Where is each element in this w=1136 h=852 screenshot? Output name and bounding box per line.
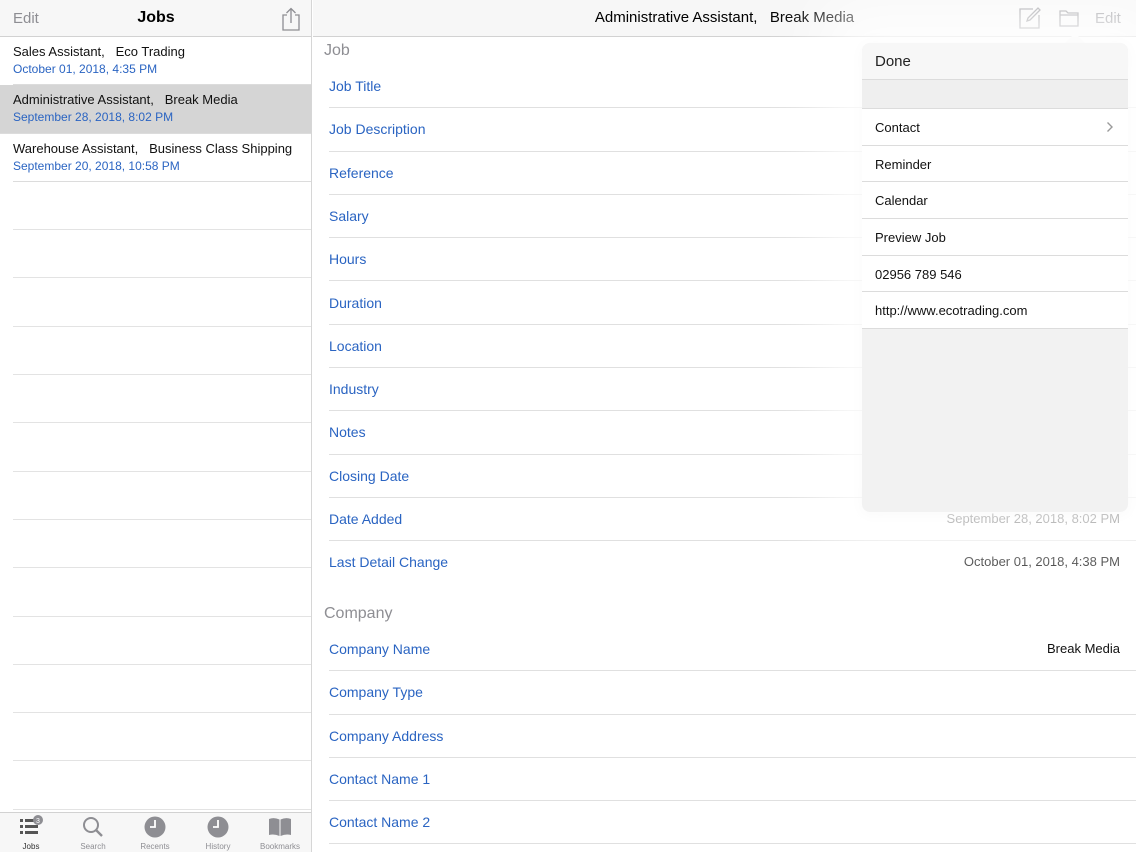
field-value: September 28, 2018, 8:02 PM	[946, 511, 1120, 526]
popover-item-label: http://www.ecotrading.com	[875, 303, 1028, 319]
tab-label: Search	[80, 842, 106, 851]
tab-recents[interactable]: Recents	[124, 815, 186, 851]
field-company-type[interactable]: Company Type	[329, 671, 1136, 715]
empty-list-row	[13, 230, 311, 279]
detail-title: Administrative Assistant, Break Media	[594, 9, 855, 26]
popover-header: Done	[862, 43, 1128, 80]
field-value: October 01, 2018, 4:38 PM	[963, 554, 1120, 570]
popover-item-label: Reminder	[875, 156, 932, 172]
field-contact-name-2[interactable]: Contact Name 2	[329, 801, 1136, 845]
field-label: Job Title	[329, 78, 382, 94]
folder-icon[interactable]	[1059, 9, 1079, 27]
empty-list-row	[13, 327, 311, 376]
popover-item-reminder[interactable]: Reminder	[862, 145, 1128, 183]
compose-icon[interactable]	[1019, 7, 1041, 29]
popover-item-phone[interactable]: 02956 789 546	[862, 255, 1128, 293]
empty-list-row	[13, 423, 311, 472]
chevron-right-icon	[1107, 122, 1113, 132]
tab-bar: 3 Jobs Search Recents History Bookmarks	[0, 812, 311, 852]
tab-label: Recents	[140, 842, 170, 851]
job-item-date: September 20, 2018, 10:58 PM	[13, 158, 180, 173]
tab-bookmarks[interactable]: Bookmarks	[249, 815, 311, 851]
empty-list-row	[13, 665, 311, 714]
clock-icon	[144, 816, 166, 838]
detail-nav-bar: Administrative Assistant, Break Media Ed…	[313, 0, 1136, 37]
popover-item-label: Contact	[875, 120, 920, 135]
company-section-header: Company	[324, 605, 393, 622]
job-section-header: Job	[324, 42, 350, 59]
sidebar-title: Jobs	[137, 9, 175, 26]
empty-list-row	[13, 520, 311, 569]
empty-list-row	[13, 617, 311, 665]
empty-list-row	[13, 375, 311, 424]
job-item-date: October 01, 2018, 4:35 PM	[13, 62, 158, 76]
empty-list-row	[13, 182, 311, 231]
job-item-title: Warehouse Assistant, Business Class Ship…	[13, 140, 293, 156]
job-list-item-selected[interactable]: Administrative Assistant, Break Media Se…	[0, 85, 311, 134]
book-icon	[269, 818, 291, 836]
empty-list-row	[13, 761, 311, 810]
job-item-title: Administrative Assistant, Break Media	[13, 92, 238, 108]
popover-item-preview-job[interactable]: Preview Job	[862, 219, 1128, 256]
field-label: Hours	[329, 251, 367, 268]
actions-popover: Done Contact Reminder Calendar Preview J…	[862, 43, 1128, 512]
popover-item-calendar[interactable]: Calendar	[862, 182, 1128, 220]
empty-list-row	[13, 568, 311, 617]
field-value: Break Media	[1047, 641, 1120, 656]
share-icon[interactable]	[280, 7, 302, 31]
sidebar-nav-bar: Edit Jobs	[0, 0, 311, 37]
field-label: Last Detail Change	[329, 554, 449, 571]
job-list-item[interactable]: Warehouse Assistant, Business Class Ship…	[13, 134, 311, 182]
field-label: Notes	[329, 424, 366, 441]
jobs-sidebar: Edit Jobs Sales Assistant, Eco Trading O…	[0, 0, 312, 852]
jobs-badge: 3	[36, 818, 40, 825]
detail-edit-button[interactable]: Edit	[1095, 10, 1121, 27]
tab-history[interactable]: History	[187, 815, 249, 851]
field-label: Duration	[329, 294, 382, 311]
job-list: Sales Assistant, Eco Trading October 01,…	[0, 37, 311, 810]
popover-item-contact[interactable]: Contact	[862, 109, 1128, 146]
tab-label: Jobs	[22, 842, 40, 851]
field-label: Company Name	[329, 641, 431, 657]
field-company-address[interactable]: Company Address	[329, 715, 1136, 758]
field-label: Contact Name 1	[329, 770, 431, 787]
jobs-list-icon: 3	[20, 815, 43, 834]
field-last-detail-change[interactable]: Last Detail Change October 01, 2018, 4:3…	[329, 541, 1136, 584]
popover-spacer	[862, 80, 1128, 109]
search-icon	[83, 817, 103, 837]
popover-item-label: Preview Job	[875, 230, 946, 246]
tab-search[interactable]: Search	[62, 815, 124, 851]
popover-item-website[interactable]: http://www.ecotrading.com	[862, 292, 1128, 330]
done-button[interactable]: Done	[875, 53, 911, 70]
field-label: Date Added	[329, 511, 403, 527]
field-label: Closing Date	[329, 467, 410, 484]
tab-jobs[interactable]: 3 Jobs	[0, 815, 62, 851]
field-contact-name-1[interactable]: Contact Name 1	[329, 758, 1136, 802]
field-label: Industry	[329, 381, 379, 398]
field-label: Company Address	[329, 727, 444, 744]
job-item-title: Sales Assistant, Eco Trading	[13, 44, 185, 59]
empty-list-row	[13, 472, 311, 520]
tab-label: Bookmarks	[259, 842, 300, 851]
field-label: Company Type	[329, 684, 423, 701]
field-label: Contact Name 2	[329, 814, 431, 831]
job-list-item[interactable]: Sales Assistant, Eco Trading October 01,…	[13, 37, 311, 86]
clock-icon	[207, 816, 229, 838]
popover-item-label: Calendar	[875, 193, 928, 209]
field-company-name[interactable]: Company Name Break Media	[329, 628, 1136, 672]
tab-label: History	[205, 842, 231, 851]
field-label: Salary	[329, 207, 369, 224]
empty-list-row	[13, 278, 311, 327]
field-label: Location	[329, 337, 382, 354]
job-item-date: September 28, 2018, 8:02 PM	[13, 110, 174, 125]
popover-item-label: 02956 789 546	[875, 266, 962, 282]
field-label: Reference	[329, 164, 394, 181]
empty-list-row	[13, 713, 311, 762]
field-label: Job Description	[329, 121, 426, 138]
